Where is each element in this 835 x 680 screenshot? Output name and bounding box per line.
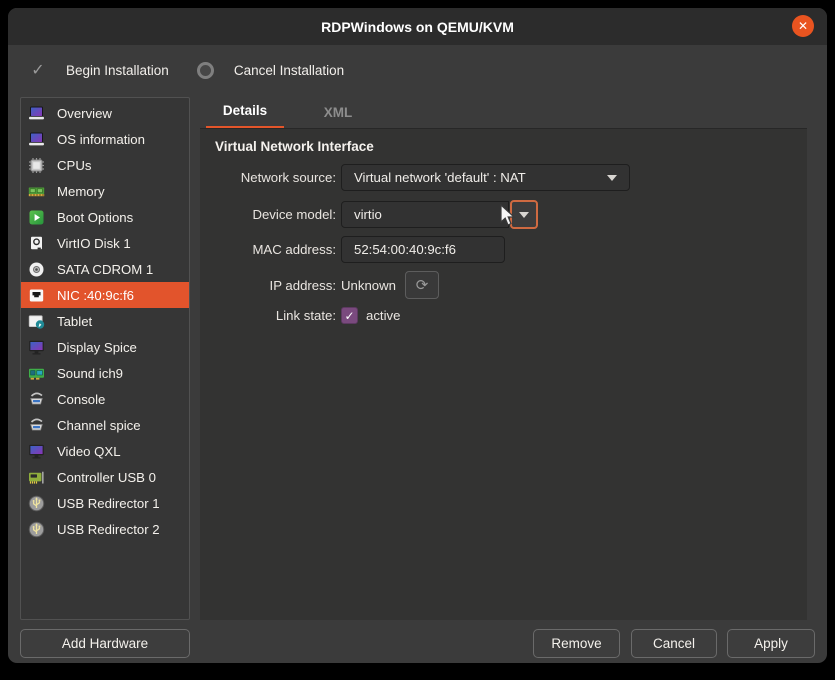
title-bar: RDPWindows on QEMU/KVM ✕ xyxy=(8,8,827,45)
serial-connector-icon xyxy=(28,417,45,434)
sidebar-item-label: OS information xyxy=(57,132,145,147)
boot-play-icon xyxy=(28,209,45,226)
sidebar-item-memory[interactable]: Memory xyxy=(21,178,189,204)
network-source-value: Virtual network 'default' : NAT xyxy=(354,170,526,185)
sidebar-item-usb-redirector-2[interactable]: USB Redirector 2 xyxy=(21,516,189,542)
tab-xml[interactable]: XML xyxy=(306,95,370,129)
cpu-icon xyxy=(28,157,45,174)
sidebar-item-label: Overview xyxy=(57,106,112,121)
mac-address-value: 52:54:00:40:9c:f6 xyxy=(354,242,456,257)
sidebar-item-label: VirtIO Disk 1 xyxy=(57,236,131,251)
sound-card-icon xyxy=(28,365,45,382)
remove-button[interactable]: Remove xyxy=(533,629,620,658)
ip-address-label: IP address: xyxy=(200,278,336,293)
close-icon[interactable]: ✕ xyxy=(792,15,814,37)
laptop-icon xyxy=(28,131,45,148)
begin-installation-label: Begin Installation xyxy=(66,63,169,78)
sidebar-item-sound[interactable]: Sound ich9 xyxy=(21,360,189,386)
cancel-button[interactable]: Cancel xyxy=(631,629,717,658)
usb-symbol-icon xyxy=(28,495,45,512)
tab-details[interactable]: Details xyxy=(206,95,284,129)
begin-installation-button[interactable]: ✓ Begin Installation xyxy=(30,60,169,80)
sidebar-item-video-qxl[interactable]: Video QXL xyxy=(21,438,189,464)
tablet-icon xyxy=(28,313,45,330)
hardware-list: Overview OS information CPUs Memory xyxy=(20,97,190,620)
memory-icon xyxy=(28,183,45,200)
network-source-select[interactable]: Virtual network 'default' : NAT xyxy=(341,164,630,191)
sidebar-item-console[interactable]: Console xyxy=(21,386,189,412)
section-title: Virtual Network Interface xyxy=(215,139,374,154)
details-pane: Virtual Network Interface Network source… xyxy=(200,129,807,620)
sidebar-item-label: Console xyxy=(57,392,105,407)
window-title: RDPWindows on QEMU/KVM xyxy=(321,19,514,35)
sidebar-item-controller-usb[interactable]: Controller USB 0 xyxy=(21,464,189,490)
link-state-checkbox[interactable]: ✓ xyxy=(341,307,358,324)
usb-controller-icon xyxy=(28,469,45,486)
sidebar-item-label: Memory xyxy=(57,184,105,199)
apply-button[interactable]: Apply xyxy=(727,629,815,658)
vm-details-window: RDPWindows on QEMU/KVM ✕ ✓ Begin Install… xyxy=(8,8,827,663)
refresh-icon[interactable]: ⟳ xyxy=(405,271,439,299)
sidebar-item-label: Boot Options xyxy=(57,210,133,225)
sidebar-item-overview[interactable]: Overview xyxy=(21,100,189,126)
mac-address-label: MAC address: xyxy=(200,242,336,257)
cdrom-icon xyxy=(28,261,45,278)
sidebar-item-os-information[interactable]: OS information xyxy=(21,126,189,152)
sidebar-item-display-spice[interactable]: Display Spice xyxy=(21,334,189,360)
sidebar-item-label: NIC :40:9c:f6 xyxy=(57,288,134,303)
device-model-row: Device model: virtio xyxy=(200,200,538,229)
sidebar-item-label: Display Spice xyxy=(57,340,137,355)
usb-symbol-icon xyxy=(28,521,45,538)
cancel-installation-button[interactable]: Cancel Installation xyxy=(197,62,344,79)
chevron-down-icon xyxy=(519,212,529,218)
sidebar-item-label: Controller USB 0 xyxy=(57,470,156,485)
sidebar-item-channel-spice[interactable]: Channel spice xyxy=(21,412,189,438)
sidebar-item-usb-redirector-1[interactable]: USB Redirector 1 xyxy=(21,490,189,516)
sidebar-item-label: Channel spice xyxy=(57,418,141,433)
sidebar-item-sata-cdrom[interactable]: SATA CDROM 1 xyxy=(21,256,189,282)
check-icon: ✓ xyxy=(30,60,46,80)
ip-address-row: IP address: Unknown ⟳ xyxy=(200,271,439,299)
toolbar: ✓ Begin Installation Cancel Installation xyxy=(8,45,827,95)
ip-address-value: Unknown xyxy=(341,278,396,293)
sidebar-item-label: USB Redirector 2 xyxy=(57,522,160,537)
sidebar-item-nic[interactable]: NIC :40:9c:f6 xyxy=(21,282,189,308)
monitor-icon xyxy=(28,339,45,356)
chevron-down-icon xyxy=(607,175,617,181)
sidebar-item-label: Sound ich9 xyxy=(57,366,123,381)
tab-bar: Details XML xyxy=(200,95,370,129)
sidebar-item-boot-options[interactable]: Boot Options xyxy=(21,204,189,230)
nic-port-icon xyxy=(28,287,45,304)
disk-icon xyxy=(28,235,45,252)
link-state-value: active xyxy=(366,308,400,323)
device-model-label: Device model: xyxy=(200,207,336,222)
link-state-label: Link state: xyxy=(200,308,336,323)
sidebar-item-label: SATA CDROM 1 xyxy=(57,262,153,277)
sidebar-item-label: CPUs xyxy=(57,158,91,173)
serial-connector-icon xyxy=(28,391,45,408)
sidebar-item-tablet[interactable]: Tablet xyxy=(21,308,189,334)
link-state-row: Link state: ✓ active xyxy=(200,307,400,324)
sidebar-item-label: Tablet xyxy=(57,314,92,329)
network-source-row: Network source: Virtual network 'default… xyxy=(200,164,630,191)
monitor-icon xyxy=(28,443,45,460)
device-model-input[interactable]: virtio xyxy=(341,201,509,228)
mac-address-row: MAC address: 52:54:00:40:9c:f6 xyxy=(200,236,505,263)
network-source-label: Network source: xyxy=(200,170,336,185)
cancel-installation-label: Cancel Installation xyxy=(234,63,344,78)
device-model-value: virtio xyxy=(354,207,382,222)
sidebar-item-label: Video QXL xyxy=(57,444,121,459)
sidebar-item-label: USB Redirector 1 xyxy=(57,496,160,511)
mac-address-input[interactable]: 52:54:00:40:9c:f6 xyxy=(341,236,505,263)
sidebar-item-virtio-disk[interactable]: VirtIO Disk 1 xyxy=(21,230,189,256)
stop-circle-icon xyxy=(197,62,214,79)
mouse-cursor xyxy=(499,204,517,228)
laptop-icon xyxy=(28,105,45,122)
sidebar-item-cpus[interactable]: CPUs xyxy=(21,152,189,178)
add-hardware-button[interactable]: Add Hardware xyxy=(20,629,190,658)
